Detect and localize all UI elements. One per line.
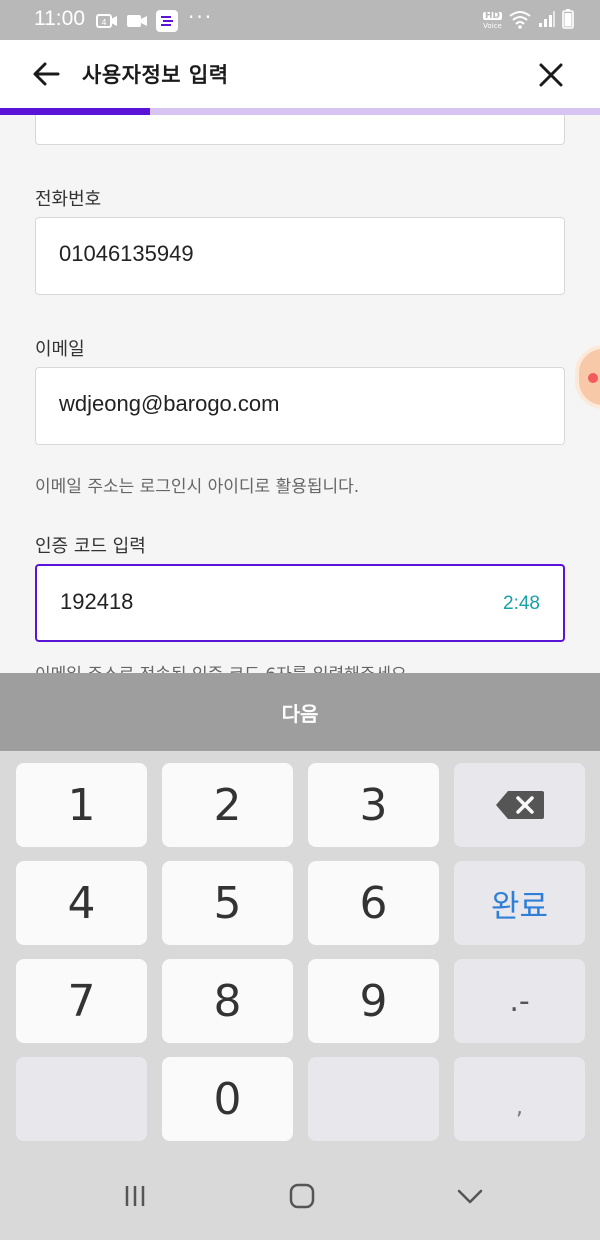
comma-key[interactable]: , — [454, 1057, 585, 1141]
hide-keyboard-button[interactable] — [450, 1181, 490, 1211]
key-8[interactable]: 8 — [162, 959, 293, 1043]
next-button-label: 다음 — [281, 701, 319, 726]
key-6[interactable]: 6 — [308, 861, 439, 945]
key-5[interactable]: 5 — [162, 861, 293, 945]
empty-key-2 — [308, 1057, 439, 1141]
numeric-keyboard: 1 2 3 4 5 6 완료 7 8 9 .- 0 , — [0, 751, 600, 1151]
close-icon — [539, 63, 563, 87]
email-helper-text: 이메일 주소는 로그인시 아이디로 활용됩니다. — [35, 477, 360, 497]
code-value: 192418 — [60, 589, 134, 614]
app-notification-icon — [156, 10, 178, 32]
status-time: 11:00 — [34, 7, 85, 30]
progress-bar — [0, 108, 600, 115]
close-button[interactable] — [536, 60, 566, 90]
code-field[interactable]: 192418 2:48 — [35, 564, 565, 642]
key-7[interactable]: 7 — [16, 959, 147, 1043]
system-nav-bar — [0, 1151, 600, 1240]
empty-key — [16, 1057, 147, 1141]
home-button[interactable] — [282, 1181, 322, 1211]
battery-icon — [562, 9, 574, 33]
key-0[interactable]: 0 — [162, 1057, 293, 1141]
next-button[interactable]: 다음 — [0, 673, 600, 751]
code-label: 인증 코드 입력 — [35, 536, 146, 557]
name-field-partial[interactable] — [35, 115, 565, 145]
backspace-key[interactable] — [454, 763, 585, 847]
phone-field[interactable]: 01046135949 — [35, 217, 565, 295]
page-title: 사용자정보 입력 — [82, 63, 229, 87]
status-bar: 11:00 4 ··· HD Voice — [0, 0, 600, 40]
email-value: wdjeong@barogo.com — [59, 391, 280, 416]
phone-label: 전화번호 — [35, 189, 102, 210]
svg-text:4: 4 — [101, 18, 106, 27]
arrow-left-icon — [33, 62, 60, 86]
chevron-down-icon — [457, 1189, 483, 1204]
key-1[interactable]: 1 — [16, 763, 147, 847]
recent-apps-icon — [125, 1186, 145, 1206]
form-content: 전화번호 01046135949 이메일 wdjeong@barogo.com … — [0, 115, 600, 673]
backspace-icon — [495, 791, 544, 819]
home-icon — [289, 1183, 315, 1209]
done-key[interactable]: 완료 — [454, 861, 585, 945]
voice-label: Voice — [483, 22, 502, 30]
phone-value: 01046135949 — [59, 241, 194, 266]
back-button[interactable] — [30, 58, 64, 90]
video-badge-icon: 4 — [96, 12, 118, 30]
signal-icon — [538, 10, 556, 32]
recent-apps-button[interactable] — [115, 1181, 155, 1211]
app-bar: 사용자정보 입력 — [0, 40, 600, 108]
code-helper-text: 이메일 주소로 전송된 인증 코드 6자를 입력해주세요. — [35, 660, 412, 673]
video-camera-icon — [126, 12, 148, 30]
symbol-key[interactable]: .- — [454, 959, 585, 1043]
wifi-icon — [508, 9, 532, 33]
progress-fill — [0, 108, 150, 115]
key-9[interactable]: 9 — [308, 959, 439, 1043]
status-icons-left: 4 — [96, 10, 178, 32]
code-timer: 2:48 — [503, 593, 540, 614]
email-field[interactable]: wdjeong@barogo.com — [35, 367, 565, 445]
floating-assist-button[interactable] — [575, 345, 600, 409]
status-icons-right: HD Voice — [482, 9, 574, 33]
key-3[interactable]: 3 — [308, 763, 439, 847]
status-more-dots: ··· — [188, 5, 214, 29]
key-4[interactable]: 4 — [16, 861, 147, 945]
hd-label: HD — [482, 11, 502, 21]
key-2[interactable]: 2 — [162, 763, 293, 847]
email-label: 이메일 — [35, 339, 85, 360]
hd-voice-icon: HD Voice — [482, 11, 502, 30]
